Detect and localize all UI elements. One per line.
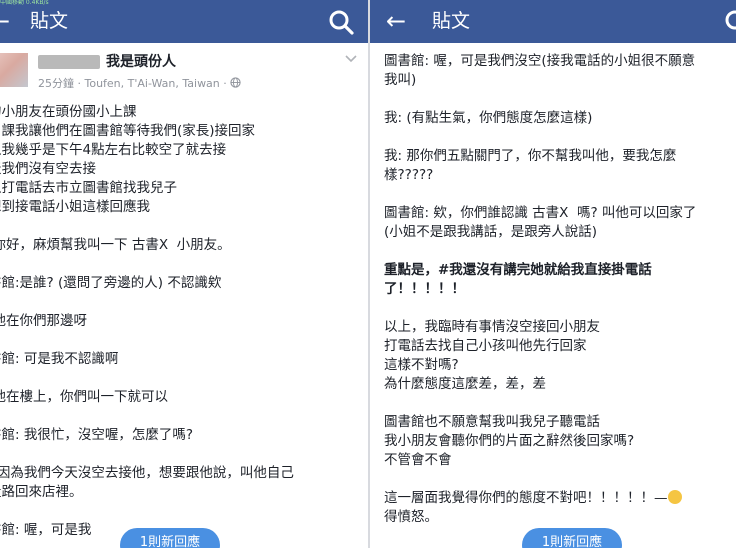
left-screenshot-panel: ← 貼文 中國移動 0.4KB/s 我是頭份人 25分鐘 · Toufen, T… — [0, 0, 368, 548]
post-line — [384, 185, 736, 204]
post-line: 樣????? — [384, 167, 434, 183]
post-line — [0, 369, 368, 388]
post-line: 書館: 可是我不認識啊 — [0, 351, 119, 367]
top-app-bar: ← 貼文 中國移動 0.4KB/s — [0, 0, 368, 43]
post-line — [0, 293, 368, 312]
search-icon[interactable] — [724, 9, 736, 35]
post-line: 以打電話去市立圖書館找我兒子 — [0, 180, 177, 196]
post-line — [0, 407, 368, 426]
post-body: 圖書館: 喔，可是我們沒空(接我電話的小姐很不願意 我叫) 我: (有點生氣，你們態… — [384, 52, 736, 527]
post-line: 以我幾乎是下午4點左右比較空了就去接 — [0, 142, 227, 158]
post-line: 了！！！！！ — [384, 281, 465, 297]
new-replies-button[interactable]: 1則新回應 — [522, 528, 622, 548]
back-arrow-icon[interactable]: ← — [0, 6, 10, 36]
author-name[interactable]: 我是頭份人 — [106, 52, 176, 72]
post-line: 我小朋友會聽你們的片面之辭然後回家嗎? — [384, 433, 635, 449]
angry-emoji-icon — [667, 490, 682, 504]
post-line: 天我們沒有空去接 — [0, 161, 96, 177]
post-line: 圖書館: 喔，可是我們沒空(接我電話的小姐很不願意 — [384, 53, 696, 69]
post-line: :他在你們那邊呀 — [0, 313, 88, 329]
post-line: : 因為我們今天沒空去接他，想要跟他說，叫他自己 — [0, 465, 294, 481]
post-meta-text: 25分鐘 · Toufen, T'Ai-Wan, Taiwan · — [38, 77, 227, 90]
post-line: 這一層面我覺得你們的態度不對吧！！！！！— — [384, 489, 736, 508]
post-line: 我: 那你們五點關門了，你不幫我叫他，要我怎麼 — [384, 148, 677, 164]
post-line — [0, 331, 368, 350]
post-line: 打電話去找自己小孩叫他先行回家 — [384, 338, 587, 354]
post-line: 書館:是誰? (還問了旁邊的人) 不認識欸 — [0, 275, 222, 291]
post-line — [0, 445, 368, 464]
post-line — [384, 394, 736, 413]
post-line: 我叫) — [384, 72, 417, 88]
post-line: 得憤怒。 — [384, 509, 438, 525]
new-replies-button[interactable]: 1則新回應 — [120, 528, 220, 548]
page-title: 貼文 — [432, 10, 471, 32]
post-line: 我: (有點生氣，你們態度怎麼這樣) — [384, 110, 593, 126]
post-line: (小姐不是跟我講話，是跟旁人說話) — [384, 224, 598, 240]
post-line: 走路回來店裡。 — [0, 484, 83, 500]
top-app-bar: ← 貼文 — [370, 0, 736, 43]
page-title: 貼文 — [30, 10, 69, 32]
search-icon[interactable] — [328, 9, 354, 35]
post-line: 以上，我臨時有事情沒空接回小朋友 — [384, 319, 600, 335]
avatar[interactable] — [0, 53, 28, 87]
post-line: 這樣不對嗎? — [384, 357, 459, 373]
post-line: 圖書館: 欸，你們誰認識 古書X 嗎? 叫他可以回家了 — [384, 205, 697, 221]
post-line — [384, 299, 736, 318]
post-line — [384, 128, 736, 147]
post-meta: 25分鐘 · Toufen, T'Ai-Wan, Taiwan · — [38, 76, 241, 92]
chevron-down-icon[interactable] — [344, 54, 358, 64]
post-line — [384, 90, 736, 109]
post-line: 為什麼態度這麼差，差，差 — [384, 376, 546, 392]
post-line — [0, 217, 368, 236]
post-header: 我是頭份人 25分鐘 · Toufen, T'Ai-Wan, Taiwan · — [0, 46, 368, 98]
post-line: 書館: 我很忙，沒空喔，怎麼了嗎? — [0, 427, 194, 443]
post-body: 的小朋友在頭份國小上課了課我讓他們在圖書館等待我們(家長)接回家 以我幾乎是下午4… — [0, 103, 368, 540]
post-line — [384, 470, 736, 489]
post-line — [0, 255, 368, 274]
post-line: :你好，麻煩幫我叫一下 古書X 小朋友。 — [0, 237, 231, 253]
post-line: 想到接電話小姐這樣回應我 — [0, 199, 150, 215]
right-screenshot-panel: ← 貼文 圖書館: 喔，可是我們沒空(接我電話的小姐很不願意 我叫) 我: (有點生… — [370, 0, 736, 548]
post-line — [0, 502, 368, 521]
post-line: 重點是，#我還沒有講完她就給我直接掛電話 — [384, 262, 652, 278]
post-line: 的小朋友在頭份國小上課 — [0, 104, 137, 120]
back-arrow-icon[interactable]: ← — [386, 6, 406, 36]
blurred-name — [38, 55, 100, 69]
post-line — [384, 242, 736, 261]
post-line: 不管會不會 — [384, 452, 452, 468]
post-line: :他在樓上，你們叫一下就可以 — [0, 389, 169, 405]
post-line: 了課我讓他們在圖書館等待我們(家長)接回家 — [0, 123, 256, 139]
globe-icon — [230, 77, 241, 88]
post-line: 圖書館也不願意幫我叫我兒子聽電話 — [384, 414, 600, 430]
status-bar-text: 中國移動 0.4KB/s — [0, 0, 49, 6]
